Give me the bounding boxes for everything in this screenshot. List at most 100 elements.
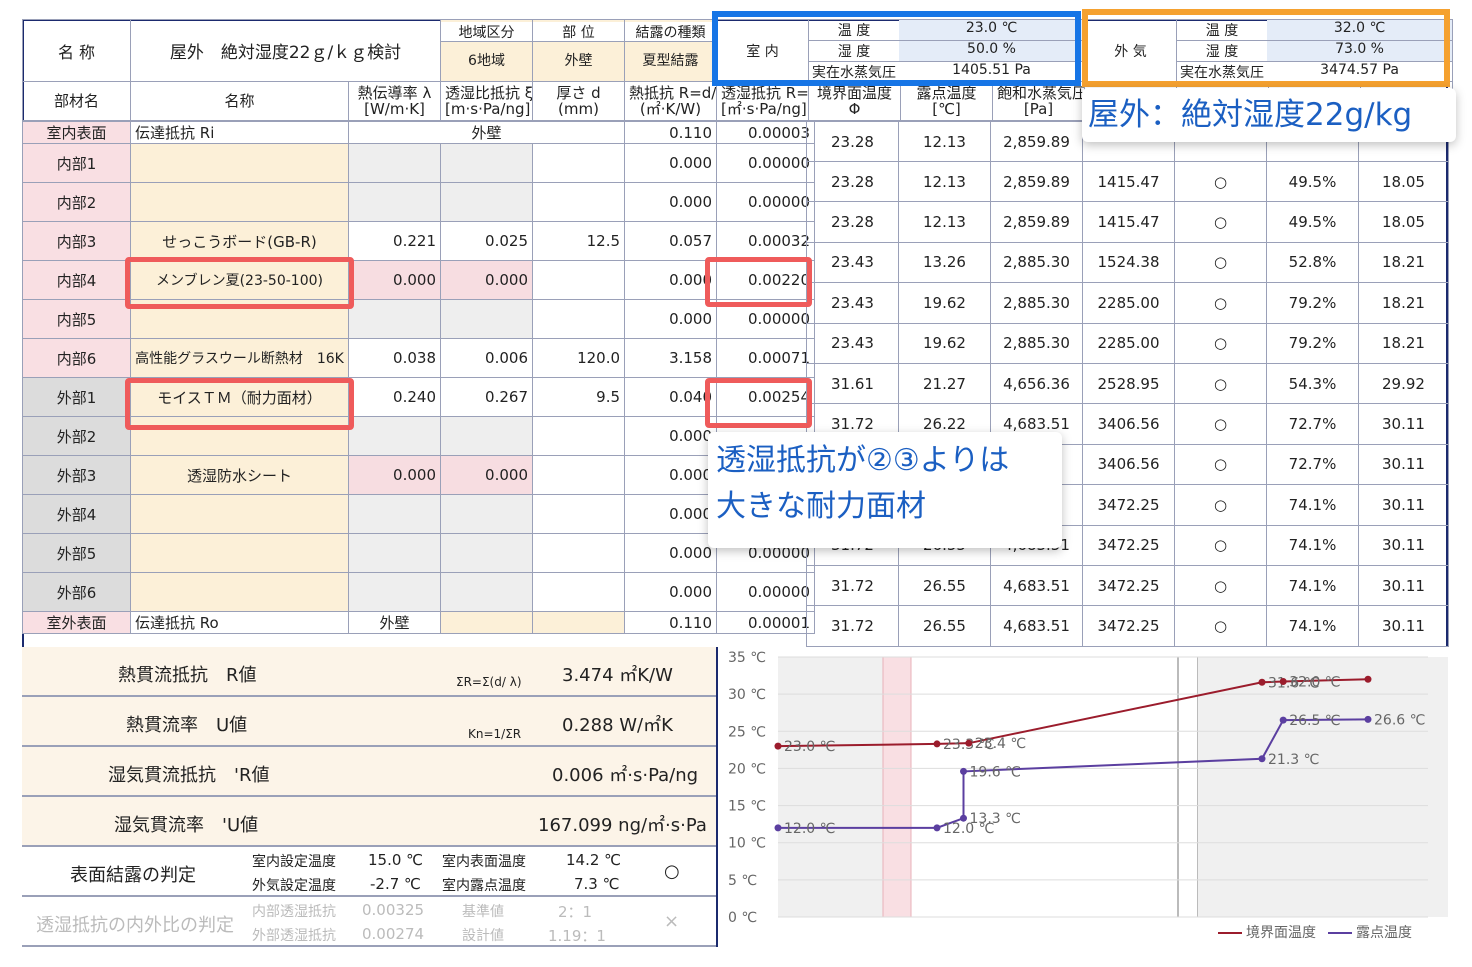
in-set-value[interactable]: 15.0 ℃ <box>368 851 423 869</box>
result-j: ○ <box>1174 282 1267 324</box>
layer-name[interactable] <box>130 143 349 183</box>
out-set-label: 外気設定温度 <box>252 878 336 894</box>
col-dew: 露点温度 <box>916 84 977 102</box>
layer-label: 外部6 <box>22 572 131 612</box>
result-t: 23.43 <box>806 282 899 324</box>
layer-lambda[interactable] <box>348 299 441 339</box>
layer-R: 0.000 <box>624 260 718 300</box>
layer-name[interactable] <box>130 572 349 612</box>
layer-lambda[interactable]: 0.000 <box>348 260 441 300</box>
layer-name[interactable]: せっこうボード(GB-R) <box>130 221 349 261</box>
result-p: 3406.56 <box>1082 443 1175 486</box>
layer-d[interactable] <box>531 494 626 534</box>
layer-d[interactable]: 12.5 <box>531 221 626 261</box>
series-point <box>1279 716 1287 724</box>
y-tick-label: 20 ℃ <box>728 761 766 777</box>
layer-xi[interactable]: 0.025 <box>440 221 533 261</box>
layer-xi[interactable] <box>440 182 533 222</box>
layer-d[interactable] <box>531 455 626 495</box>
ratio-result: × <box>664 911 680 932</box>
ratio-judge-label: 透湿抵抗の内外比の判定 <box>36 915 234 936</box>
layer-name[interactable]: 透湿防水シート <box>130 455 349 495</box>
layer-label: 内部4 <box>22 260 131 300</box>
data-label: 19.6 ℃ <box>970 764 1021 780</box>
layer-name[interactable]: 高性能グラスウール断熱材 16K <box>130 338 349 378</box>
layer-d[interactable] <box>531 182 626 222</box>
layer-lambda[interactable] <box>348 533 441 573</box>
result-x: 30.11 <box>1358 564 1449 607</box>
col-lambda-unit: [W/m·K] <box>364 100 425 118</box>
col-xi: 透湿比抵抗 ξ <box>445 84 533 102</box>
layer-xi[interactable] <box>440 416 533 456</box>
membrane-zone <box>882 656 912 918</box>
name-label: 名 称 <box>22 19 131 82</box>
layer-lambda[interactable] <box>348 572 441 612</box>
layer-xi[interactable] <box>440 533 533 573</box>
layer-lambda[interactable] <box>348 416 441 456</box>
layer-d[interactable] <box>531 416 626 456</box>
layer-d[interactable] <box>531 572 626 612</box>
series-point <box>960 814 967 822</box>
col-rv: 透湿抵抗 R=d×ξ <box>721 84 809 102</box>
layer-lambda[interactable] <box>348 143 441 183</box>
layer-d[interactable] <box>531 260 626 300</box>
result-dew: 12.13 <box>898 160 991 203</box>
layer-name[interactable] <box>130 494 349 534</box>
result-j: ○ <box>1174 241 1267 284</box>
layer-xi[interactable] <box>440 494 533 534</box>
series-point <box>1364 715 1372 723</box>
layer-xi[interactable] <box>440 299 533 339</box>
layer-lambda[interactable]: 0.240 <box>348 377 441 417</box>
cond-value[interactable]: 夏型結露 <box>626 42 716 80</box>
region-value[interactable]: 6地域 <box>442 42 532 80</box>
layer-d[interactable] <box>531 143 626 183</box>
data-label: 23.0 ℃ <box>784 739 835 755</box>
outer-rv-value: 0.00274 <box>362 925 425 943</box>
layer-xi[interactable] <box>440 143 533 183</box>
part-value[interactable]: 外壁 <box>534 42 624 80</box>
y-tick-label: 35 ℃ <box>728 650 766 666</box>
result-t: 31.72 <box>806 605 899 647</box>
col-lambda: 熱伝導率 λ <box>357 84 432 102</box>
result-dew: 21.27 <box>898 362 991 405</box>
out-set-value[interactable]: -2.7 ℃ <box>370 875 421 893</box>
col-part: 部材名 <box>22 81 131 121</box>
layer-xi[interactable]: 0.000 <box>440 260 533 300</box>
layer-xi[interactable]: 0.000 <box>440 455 533 495</box>
result-ps: 2,885.30 <box>990 282 1083 324</box>
layer-d[interactable]: 9.5 <box>531 377 626 417</box>
layer-lambda[interactable] <box>348 182 441 222</box>
summary-panel: 熱貫流抵抗 R値 ΣR=Σ(d/ λ) 3.474 ㎡K/W 熱貫流率 U値 Kn=1… <box>22 647 716 947</box>
col-name: 名称 <box>130 81 349 121</box>
design-value: 1.19：1 <box>548 927 606 945</box>
layer-name[interactable] <box>130 182 349 222</box>
series-point <box>1364 675 1372 683</box>
inner-surface-mid: 外壁 <box>347 121 626 144</box>
layer-R: 0.000 <box>624 533 718 573</box>
series-point <box>933 824 941 832</box>
result-j: ○ <box>1174 564 1267 607</box>
result-ps: 2,885.30 <box>990 241 1083 284</box>
layer-xi[interactable]: 0.006 <box>440 338 533 378</box>
result-t: 23.28 <box>806 121 899 162</box>
layer-name[interactable] <box>130 533 349 573</box>
series-point <box>774 742 782 750</box>
layer-label: 外部2 <box>22 416 131 456</box>
result-ps: 4,656.36 <box>990 362 1083 405</box>
layer-label: 内部1 <box>22 143 131 183</box>
result-t: 23.28 <box>806 201 899 243</box>
series-point <box>1258 755 1266 763</box>
layer-d[interactable] <box>531 299 626 339</box>
result-t: 31.72 <box>806 564 899 607</box>
layer-lambda[interactable]: 0.000 <box>348 455 441 495</box>
result-p: 2285.00 <box>1082 322 1175 364</box>
layer-d[interactable] <box>531 533 626 573</box>
layer-lambda[interactable] <box>348 494 441 534</box>
layer-xi[interactable] <box>440 572 533 612</box>
layer-d[interactable]: 120.0 <box>531 338 626 378</box>
layer-xi[interactable]: 0.267 <box>440 377 533 417</box>
y-tick-label: 10 ℃ <box>728 836 766 852</box>
layer-lambda[interactable]: 0.038 <box>348 338 441 378</box>
layer-lambda[interactable]: 0.221 <box>348 221 441 261</box>
result-dew: 19.62 <box>898 282 991 324</box>
